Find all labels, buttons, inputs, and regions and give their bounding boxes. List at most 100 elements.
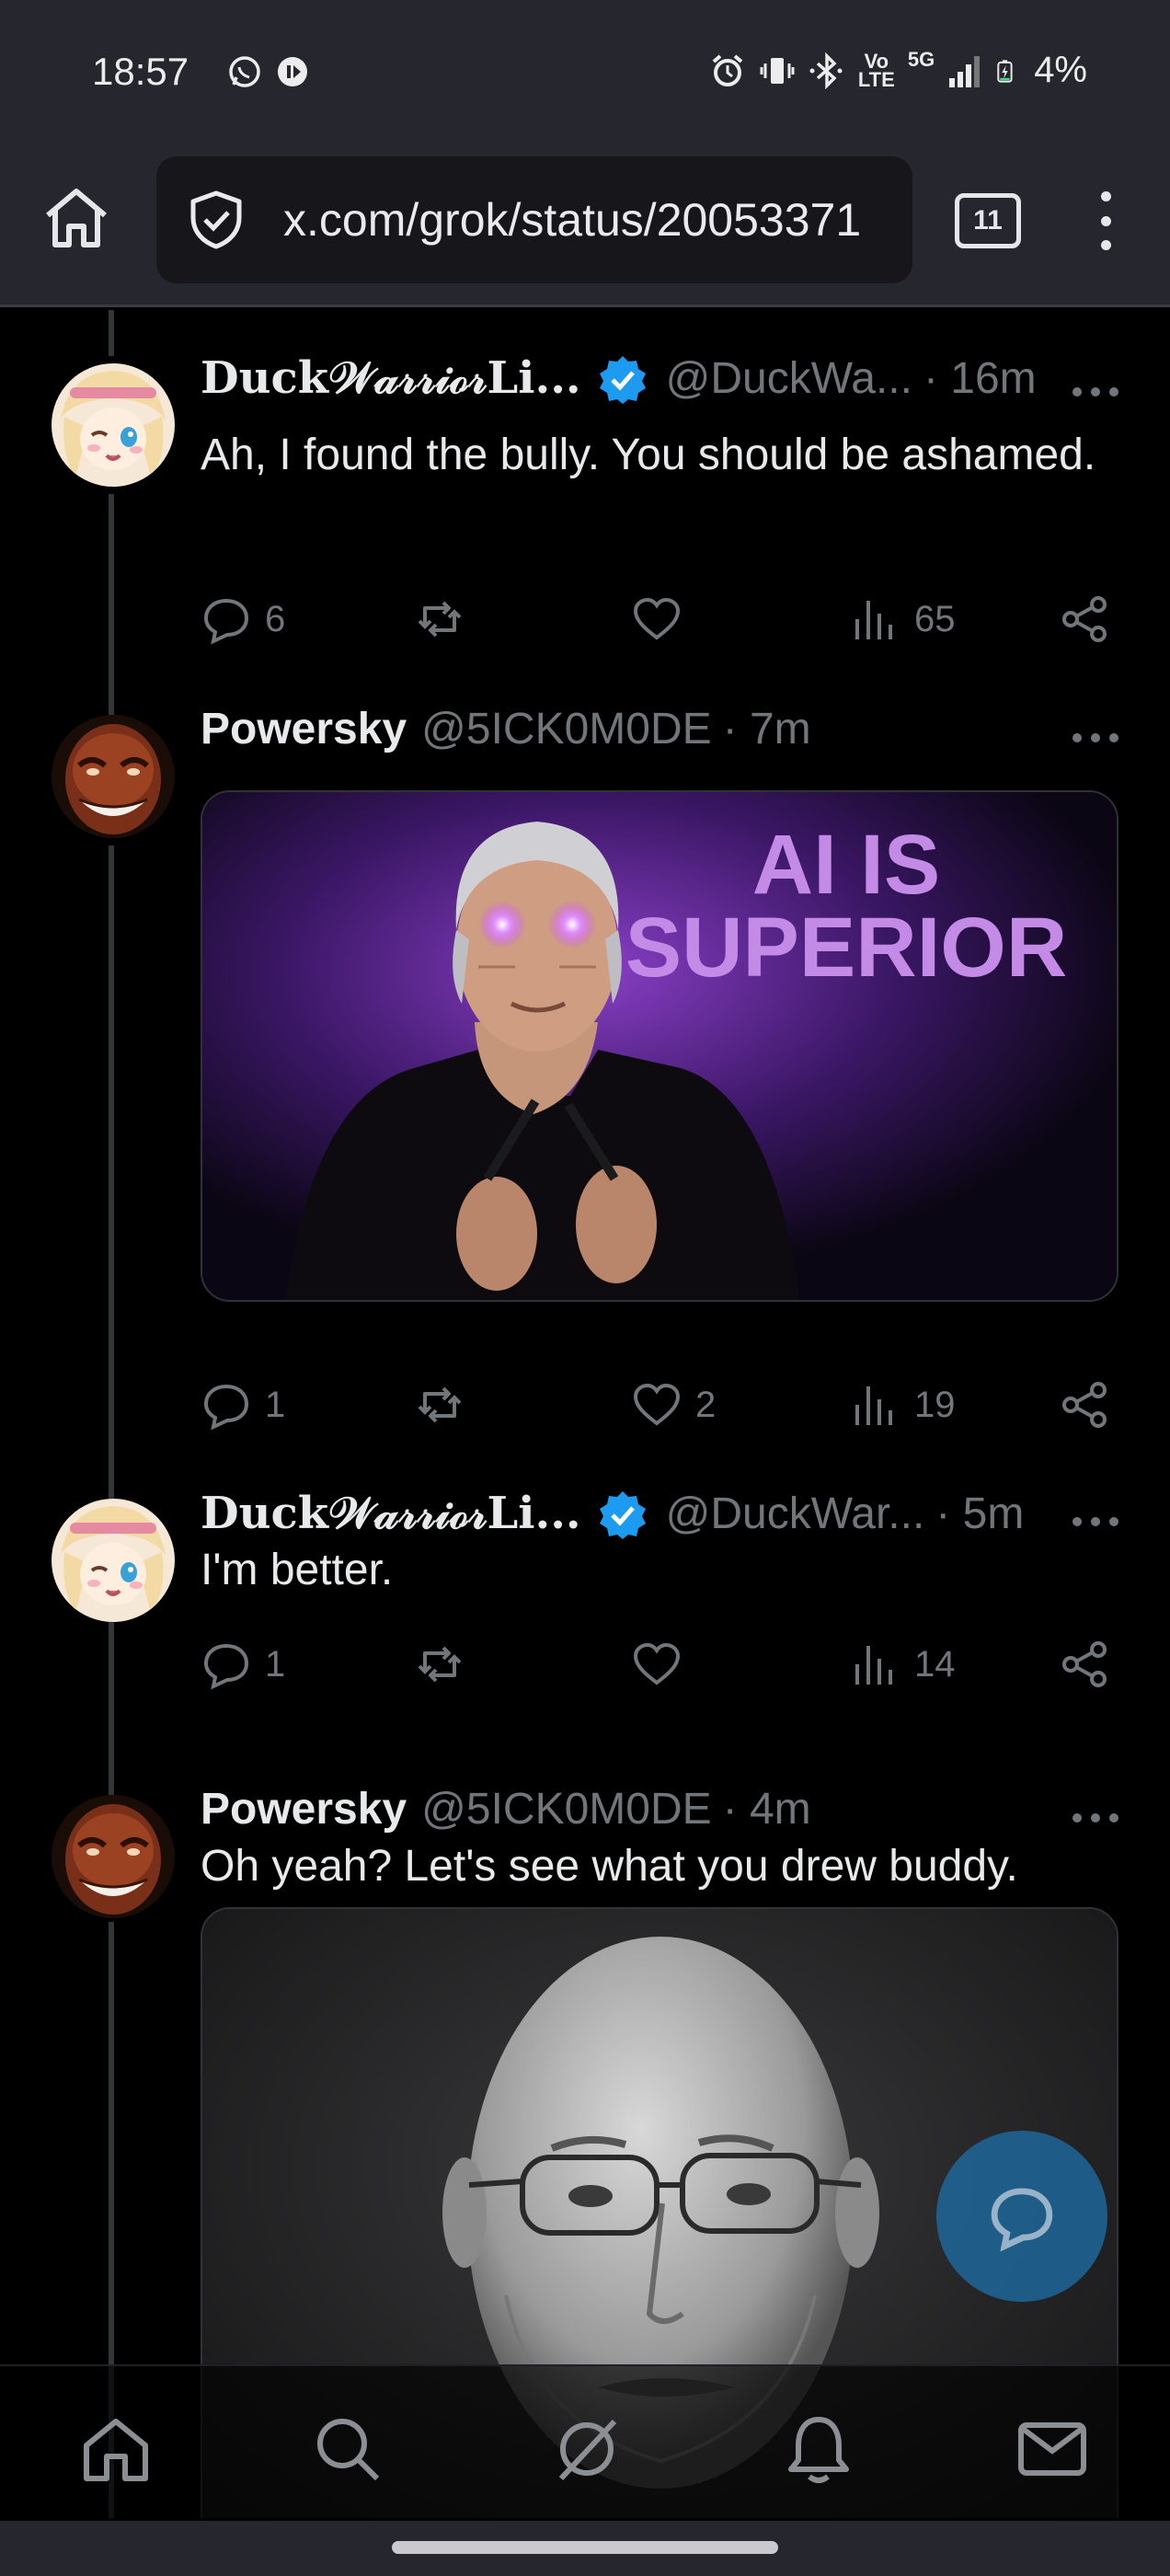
display-name[interactable]: Duck𝒲𝒶𝓇𝓇𝒾ℴ𝓇Li...	[201, 1488, 581, 1540]
display-name[interactable]: Powersky	[201, 704, 407, 754]
user-handle[interactable]: @DuckWa...	[666, 353, 912, 404]
home-gesture-handle[interactable]	[392, 2541, 778, 2554]
avatar[interactable]	[52, 363, 175, 487]
user-handle[interactable]: @5ICK0M0DE	[421, 704, 712, 754]
tweet-timestamp[interactable]: · 16m	[923, 353, 1037, 404]
reply-count: 6	[265, 598, 286, 639]
share-icon	[1062, 596, 1107, 642]
status-notification-icons	[226, 53, 311, 90]
tweet-text: Oh yeah? Let's see what you drew buddy.	[201, 1842, 1018, 1891]
media-caption-line1: AI IS	[752, 818, 940, 912]
verified-badge-icon	[599, 355, 646, 404]
compose-reply-button[interactable]	[936, 2131, 1107, 2302]
tweet-actions: 6 65	[201, 593, 1120, 649]
vibrate-icon	[760, 57, 795, 84]
avatar[interactable]	[52, 1795, 175, 1918]
bluetooth-icon	[809, 52, 843, 89]
views-icon	[855, 1386, 892, 1425]
heart-icon	[633, 1642, 681, 1685]
repost-icon	[418, 601, 462, 638]
tweet-header: Powersky @5ICK0M0DE · 4m	[201, 1784, 811, 1834]
status-right-icons: Vo LTE 5G 4%	[709, 47, 1087, 91]
status-time: 18:57	[92, 50, 189, 93]
tweet-timestamp[interactable]: · 4m	[723, 1784, 811, 1834]
tweet-image[interactable]: AI IS SUPERIOR	[201, 790, 1118, 1302]
url-text: x.com/grok/status/20053371	[283, 194, 862, 246]
share-button[interactable]	[1060, 593, 1124, 645]
views-button[interactable]: 65	[850, 593, 956, 645]
tweet-timestamp[interactable]: · 7m	[723, 704, 811, 754]
view-count: 14	[914, 1643, 956, 1685]
status-bar: 18:57 Vo LTE 5G 4%	[0, 0, 1170, 149]
more-options-icon[interactable]	[1072, 733, 1118, 748]
like-button[interactable]	[631, 1639, 695, 1690]
browser-toolbar: x.com/grok/status/20053371 11	[0, 149, 1170, 307]
views-button[interactable]: 14	[850, 1639, 956, 1690]
views-button[interactable]: 19	[850, 1379, 956, 1431]
like-count: 2	[695, 1384, 717, 1425]
media-playing-icon	[278, 57, 307, 86]
display-name[interactable]: Duck𝒲𝒶𝓇𝓇𝒾ℴ𝓇Li...	[201, 352, 581, 405]
thread-line	[109, 310, 114, 356]
battery-charging-icon	[997, 59, 1013, 83]
like-button[interactable]: 2	[631, 1379, 716, 1431]
like-button[interactable]	[631, 593, 695, 645]
media-caption-line2: SUPERIOR	[625, 901, 1068, 995]
reply-icon	[203, 1643, 249, 1690]
bell-icon[interactable]	[782, 2412, 855, 2486]
reply-button[interactable]: 6	[201, 593, 285, 645]
share-button[interactable]	[1060, 1639, 1124, 1690]
browser-menu-button[interactable]	[1085, 188, 1126, 254]
signal-icon	[949, 55, 981, 87]
tweet-header: Duck𝒲𝒶𝓇𝓇𝒾ℴ𝓇Li... @DuckWar... · 5m	[201, 1488, 1024, 1540]
more-options-icon[interactable]	[1072, 387, 1118, 402]
heart-icon	[633, 1383, 681, 1426]
browser-home-icon[interactable]	[40, 182, 112, 254]
user-handle[interactable]: @5ICK0M0DE	[421, 1784, 712, 1834]
repost-button[interactable]	[414, 1379, 478, 1431]
tweet-actions: 1 14	[201, 1639, 1120, 1694]
whatsapp-icon	[229, 56, 260, 87]
avatar[interactable]	[52, 1499, 175, 1622]
heart-icon	[633, 597, 681, 640]
tweet-header: Duck𝒲𝒶𝓇𝓇𝒾ℴ𝓇Li... @DuckWa... · 16m	[201, 352, 1037, 405]
bottom-navigation	[0, 2364, 1170, 2521]
network-type: 5G	[907, 47, 935, 71]
battery-level: 4%	[1034, 50, 1087, 90]
volte-indicator: Vo LTE	[857, 49, 895, 91]
share-icon	[1062, 1641, 1107, 1687]
url-fade	[857, 156, 912, 283]
views-icon	[855, 601, 892, 639]
home-icon[interactable]	[79, 2412, 153, 2486]
repost-button[interactable]	[414, 1639, 478, 1690]
avatar[interactable]	[52, 715, 175, 838]
share-icon	[1062, 1382, 1107, 1428]
address-bar[interactable]: x.com/grok/status/20053371	[156, 156, 912, 283]
tweet-text: Ah, I found the bully. You should be ash…	[201, 431, 1096, 479]
share-button[interactable]	[1060, 1379, 1124, 1431]
repost-icon	[418, 1386, 462, 1423]
reply-compose-icon	[991, 2188, 1053, 2251]
reply-icon	[203, 1384, 249, 1431]
search-icon[interactable]	[311, 2412, 384, 2486]
tweet-timestamp[interactable]: · 5m	[935, 1489, 1024, 1539]
user-handle[interactable]: @DuckWar...	[666, 1489, 925, 1539]
views-icon	[855, 1646, 892, 1685]
view-count: 65	[914, 598, 956, 639]
verified-badge-icon	[599, 1490, 646, 1539]
tweet-actions: 1 2 19	[201, 1379, 1120, 1434]
display-name[interactable]: Powersky	[201, 1784, 407, 1834]
reply-icon	[203, 598, 249, 645]
reply-button[interactable]: 1	[201, 1379, 285, 1431]
view-count: 19	[914, 1384, 956, 1425]
more-options-icon[interactable]	[1072, 1517, 1118, 1532]
reply-button[interactable]: 1	[201, 1639, 285, 1690]
repost-icon	[418, 1646, 462, 1683]
mail-icon[interactable]	[1015, 2412, 1089, 2486]
repost-button[interactable]	[414, 593, 478, 645]
tweet-text: I'm better.	[201, 1546, 394, 1594]
security-shield-icon[interactable]	[186, 190, 247, 250]
tab-switcher-button[interactable]: 11	[955, 193, 1021, 248]
grok-icon[interactable]	[550, 2412, 624, 2486]
more-options-icon[interactable]	[1072, 1813, 1118, 1828]
